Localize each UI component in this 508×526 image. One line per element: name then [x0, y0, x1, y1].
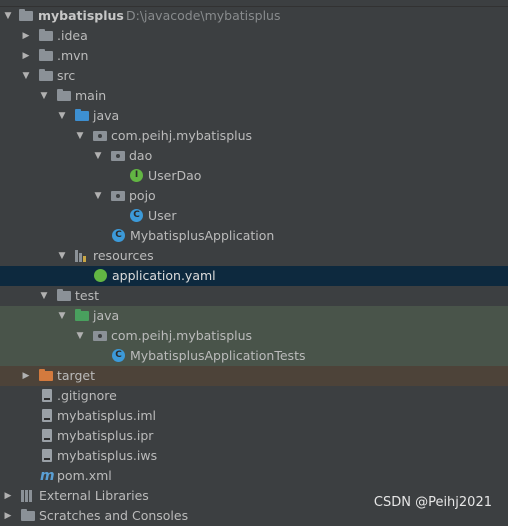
file-icon — [40, 389, 56, 403]
chevron-right-icon[interactable]: ▶ — [20, 26, 32, 46]
folder-icon — [38, 49, 54, 63]
tree-label: java — [93, 108, 120, 123]
tree-row-userdao[interactable]: I UserDao — [0, 166, 508, 186]
tree-label: mybatisplus.iml — [57, 408, 156, 423]
excluded-folder-icon — [38, 369, 54, 383]
tree-label: com.peihj.mybatisplus — [111, 328, 253, 343]
tree-row-package-main[interactable]: ▼ com.peihj.mybatisplus — [0, 126, 508, 146]
tree-row-idea[interactable]: ▶ .idea — [0, 26, 508, 46]
package-icon — [92, 129, 108, 143]
tree-label: MybatisplusApplication — [130, 228, 275, 243]
tree-label: pojo — [129, 188, 156, 203]
package-icon — [110, 149, 126, 163]
chevron-down-icon[interactable]: ▼ — [74, 326, 86, 346]
tree-row-app-tests[interactable]: C MybatisplusApplicationTests — [0, 346, 508, 366]
chevron-down-icon[interactable]: ▼ — [92, 146, 104, 166]
tree-label: Scratches and Consoles — [39, 508, 189, 523]
tree-label: User — [148, 208, 177, 223]
tree-label: main — [75, 88, 107, 103]
folder-icon — [38, 69, 54, 83]
tree-label: application.yaml — [112, 268, 216, 283]
chevron-right-icon[interactable]: ▶ — [2, 486, 14, 506]
chevron-right-icon[interactable]: ▶ — [20, 46, 32, 66]
tree-label: .mvn — [57, 48, 89, 63]
tree-row-src[interactable]: ▼ src — [0, 66, 508, 86]
test-class-icon: C — [111, 349, 127, 363]
module-folder-icon — [18, 9, 34, 23]
tree-row-test[interactable]: ▼ test — [0, 286, 508, 306]
tree-row-ipr[interactable]: mybatisplus.ipr — [0, 426, 508, 446]
project-name: mybatisplus — [38, 8, 124, 23]
tree-label: resources — [93, 248, 154, 263]
chevron-down-icon[interactable]: ▼ — [56, 306, 68, 326]
tree-row-gitignore[interactable]: .gitignore — [0, 386, 508, 406]
source-folder-icon — [74, 109, 90, 123]
tree-label: mybatisplus.ipr — [57, 428, 154, 443]
tree-row-iml[interactable]: mybatisplus.iml — [0, 406, 508, 426]
resources-folder-icon — [74, 249, 90, 263]
tree-label: dao — [129, 148, 153, 163]
chevron-down-icon[interactable]: ▼ — [56, 106, 68, 126]
file-icon — [40, 409, 56, 423]
tree-label: .idea — [57, 28, 88, 43]
package-icon — [92, 329, 108, 343]
file-icon — [40, 449, 56, 463]
chevron-down-icon[interactable]: ▼ — [74, 126, 86, 146]
tree-row-dao[interactable]: ▼ dao — [0, 146, 508, 166]
project-tree[interactable]: ▼ mybatisplus D:\javacode\mybatisplus ▶ … — [0, 6, 508, 526]
chevron-down-icon[interactable]: ▼ — [2, 6, 14, 26]
chevron-down-icon[interactable]: ▼ — [56, 246, 68, 266]
test-folder-icon — [74, 309, 90, 323]
tree-label: mybatisplus.iws — [57, 448, 158, 463]
tree-row-project-root[interactable]: ▼ mybatisplus D:\javacode\mybatisplus — [0, 6, 508, 26]
tree-row-user[interactable]: C User — [0, 206, 508, 226]
watermark: CSDN @Peihj2021 — [373, 495, 492, 510]
class-icon: C — [129, 209, 145, 223]
tree-row-application-yaml[interactable]: application.yaml — [0, 266, 508, 286]
scratches-icon — [20, 509, 36, 523]
chevron-down-icon[interactable]: ▼ — [38, 286, 50, 306]
chevron-down-icon[interactable]: ▼ — [20, 66, 32, 86]
tree-label: src — [57, 68, 76, 83]
folder-icon — [38, 29, 54, 43]
folder-icon — [56, 289, 72, 303]
tree-label: UserDao — [148, 168, 202, 183]
chevron-right-icon[interactable]: ▶ — [2, 506, 14, 526]
tree-row-app-class[interactable]: C MybatisplusApplication — [0, 226, 508, 246]
tree-row-main[interactable]: ▼ main — [0, 86, 508, 106]
tree-row-pom[interactable]: m pom.xml — [0, 466, 508, 486]
tree-label: MybatisplusApplicationTests — [130, 348, 306, 363]
tree-label: .gitignore — [57, 388, 117, 403]
tree-label: test — [75, 288, 100, 303]
tree-row-pojo[interactable]: ▼ pojo — [0, 186, 508, 206]
tree-row-resources[interactable]: ▼ resources — [0, 246, 508, 266]
project-path: D:\javacode\mybatisplus — [126, 8, 281, 23]
spring-boot-class-icon: C — [111, 229, 127, 243]
tree-row-iws[interactable]: mybatisplus.iws — [0, 446, 508, 466]
package-icon — [110, 189, 126, 203]
interface-icon: I — [129, 169, 145, 183]
chevron-down-icon[interactable]: ▼ — [38, 86, 50, 106]
folder-icon — [56, 89, 72, 103]
file-icon — [40, 429, 56, 443]
tree-label: com.peihj.mybatisplus — [111, 128, 253, 143]
library-icon — [20, 489, 36, 503]
tree-row-target[interactable]: ▶ target — [0, 366, 508, 386]
chevron-right-icon[interactable]: ▶ — [20, 366, 32, 386]
tree-row-package-test[interactable]: ▼ com.peihj.mybatisplus — [0, 326, 508, 346]
tree-label: pom.xml — [57, 468, 112, 483]
yaml-config-icon — [93, 269, 109, 283]
tree-label: target — [57, 368, 96, 383]
chevron-down-icon[interactable]: ▼ — [92, 186, 104, 206]
maven-icon: m — [40, 468, 55, 484]
tree-label: External Libraries — [39, 488, 149, 503]
tree-row-main-java[interactable]: ▼ java — [0, 106, 508, 126]
tree-row-mvn[interactable]: ▶ .mvn — [0, 46, 508, 66]
tree-label: java — [93, 308, 120, 323]
tree-row-test-java[interactable]: ▼ java — [0, 306, 508, 326]
